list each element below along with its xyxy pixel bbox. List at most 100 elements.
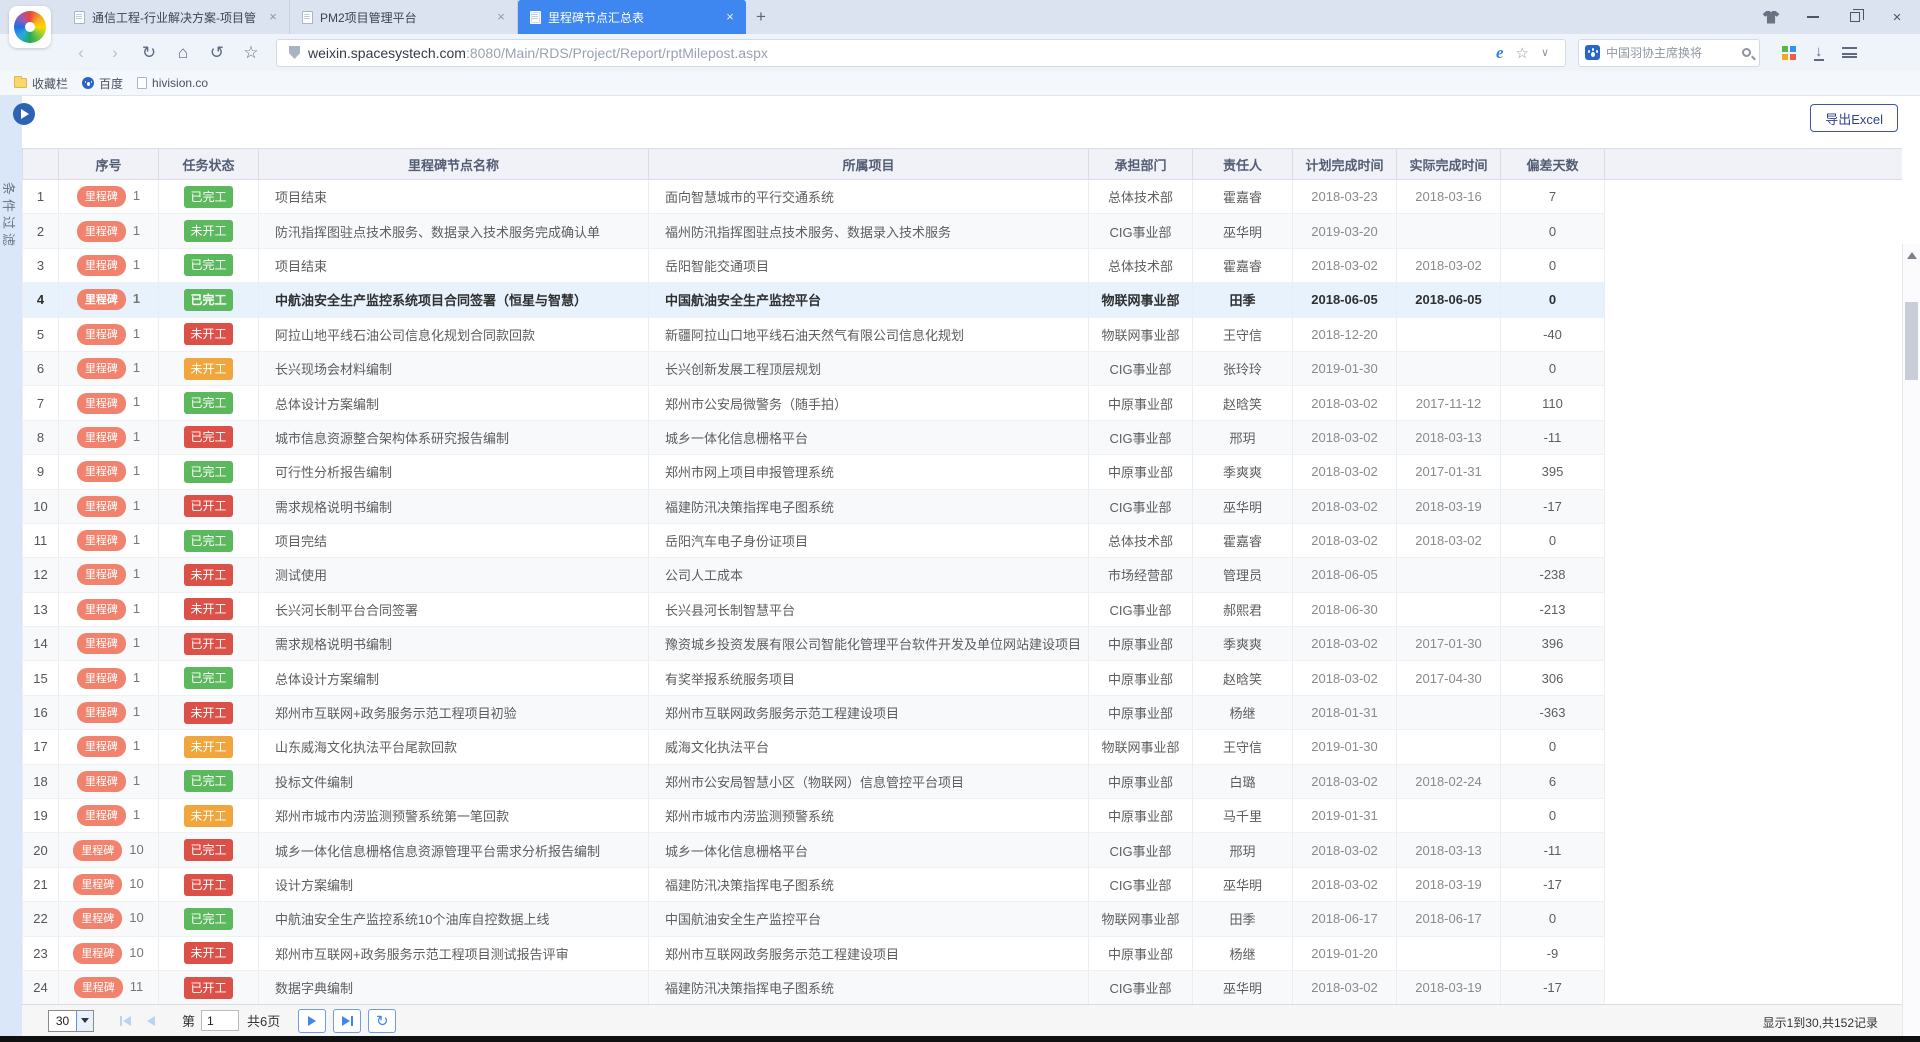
tab-close-icon[interactable]: ×	[265, 9, 281, 25]
refresh-table-button[interactable]: ↻	[368, 1009, 396, 1033]
refresh-icon[interactable]: ↻	[134, 40, 164, 66]
actual-date: 2018-03-13	[1397, 420, 1501, 454]
table-row[interactable]: 3里程碑1已完工项目结束岳阳智能交通项目总体技术部霍嘉睿2018-03-0220…	[23, 248, 1903, 282]
tab-close-icon[interactable]: ×	[493, 9, 509, 25]
vertical-scrollbar[interactable]	[1902, 244, 1920, 1042]
select-dropdown-icon[interactable]	[76, 1011, 93, 1031]
page-number-input[interactable]	[201, 1010, 239, 1031]
department: 总体技术部	[1089, 180, 1193, 214]
sequence-number: 1	[133, 670, 140, 685]
table-row[interactable]: 6里程碑1未开工长兴现场会材料编制长兴创新发展工程顶层规划CIG事业部张玲玲20…	[23, 351, 1903, 385]
table-row[interactable]: 20里程碑10已完工城乡一体化信息栅格信息资源管理平台需求分析报告编制城乡一体化…	[23, 833, 1903, 867]
favorite-star-icon[interactable]: ☆	[1515, 44, 1528, 62]
first-page-button[interactable]	[112, 1010, 138, 1032]
scroll-up-icon[interactable]	[1907, 252, 1917, 259]
url-text[interactable]: weixin.spacesystech.com:8080/Main/RDS/Pr…	[308, 45, 1490, 61]
prev-page-button[interactable]	[138, 1010, 164, 1032]
home-icon[interactable]: ⌂	[168, 40, 198, 66]
table-row[interactable]: 11里程碑1已完工项目完结岳阳汽车电子身份证项目总体技术部霍嘉睿2018-03-…	[23, 523, 1903, 557]
planned-date: 2018-03-02	[1293, 420, 1397, 454]
sequence-number: 1	[133, 773, 140, 788]
next-page-button[interactable]	[298, 1009, 326, 1033]
ie-compat-icon[interactable]: e	[1496, 43, 1504, 63]
project-name: 威海文化执法平台	[649, 730, 1089, 764]
forward-icon[interactable]: ›	[100, 40, 130, 66]
department: 物联网事业部	[1089, 283, 1193, 317]
table-row[interactable]: 21里程碑10已开工设计方案编制福建防汛决策指挥电子图系统CIG事业部巫华明20…	[23, 867, 1903, 901]
bookmark-favorites-folder[interactable]: 收藏栏	[14, 75, 68, 92]
table-row[interactable]: 19里程碑1未开工郑州市城市内涝监测预警系统第一笔回款郑州市城市内涝监测预警系统…	[23, 799, 1903, 833]
filter-panel-collapsed: 条件过滤	[0, 96, 22, 1036]
restore-button[interactable]	[1838, 3, 1872, 31]
bookmark-star-icon[interactable]: ☆	[236, 40, 266, 66]
bookmark-baidu[interactable]: 百度	[82, 75, 123, 92]
last-page-button[interactable]	[333, 1009, 361, 1033]
play-arrow-icon	[21, 109, 29, 119]
row-filler	[1605, 489, 1903, 523]
table-row[interactable]: 23里程碑10未开工郑州市互联网+政务服务示范工程项目测试报告评审郑州市互联网政…	[23, 936, 1903, 970]
table-row[interactable]: 4里程碑1已完工中航油安全生产监控系统项目合同签署（恒星与智慧）中国航油安全生产…	[23, 283, 1903, 317]
planned-date: 2019-01-30	[1293, 351, 1397, 385]
export-excel-button[interactable]: 导出Excel	[1810, 104, 1898, 132]
undo-icon[interactable]: ↺	[202, 40, 232, 66]
table-row[interactable]: 9里程碑1已完工可行性分析报告编制郑州市网上项目申报管理系统中原事业部季爽爽20…	[23, 455, 1903, 489]
expand-filter-button[interactable]	[13, 103, 35, 125]
page-size-value: 30	[49, 1014, 76, 1028]
milestone-name: 需求规格说明书编制	[259, 627, 649, 661]
table-row[interactable]: 18里程碑1已完工投标文件编制郑州市公安局智慧小区（物联网）信息管控平台项目中原…	[23, 764, 1903, 798]
close-button[interactable]: ×	[1880, 3, 1914, 31]
app-grid-icon[interactable]	[1782, 46, 1796, 60]
table-row[interactable]: 13里程碑1未开工长兴河长制平台合同签署长兴县河长制智慧平台CIG事业部郝熙君2…	[23, 592, 1903, 626]
table-row[interactable]: 8里程碑1已完工城市信息资源整合架构体系研究报告编制城乡一体化信息栅格平台CIG…	[23, 420, 1903, 454]
download-icon[interactable]: ↓	[1814, 45, 1824, 61]
table-row[interactable]: 14里程碑1已开工需求规格说明书编制豫资城乡投资发展有限公司智能化管理平台软件开…	[23, 627, 1903, 661]
table-row[interactable]: 24里程碑11已开工数据字典编制福建防汛决策指挥电子图系统CIG事业部巫华明20…	[23, 970, 1903, 1004]
department: 总体技术部	[1089, 523, 1193, 557]
back-icon[interactable]: ‹	[66, 40, 96, 66]
table-row[interactable]: 7里程碑1已完工总体设计方案编制郑州市公安局微警务（随手拍）中原事业部赵晗笑20…	[23, 386, 1903, 420]
scrollbar-thumb[interactable]	[1905, 302, 1918, 380]
owner: 霍嘉睿	[1193, 523, 1293, 557]
tab-communication-project[interactable]: 通信工程-行业解决方案-项目管 ×	[62, 0, 290, 34]
tab-milestone-report[interactable]: 里程碑节点汇总表 ×	[518, 0, 746, 34]
table-row[interactable]: 16里程碑1未开工郑州市互联网+政务服务示范工程项目初验郑州市互联网政务服务示范…	[23, 695, 1903, 729]
project-name: 中国航油安全生产监控平台	[649, 902, 1089, 936]
theme-shirt-icon[interactable]	[1754, 3, 1788, 31]
new-tab-button[interactable]: +	[746, 0, 776, 34]
minimize-button[interactable]	[1796, 3, 1830, 31]
row-number: 8	[23, 420, 59, 454]
logo-swirl-icon	[14, 11, 46, 43]
owner: 巫华明	[1193, 489, 1293, 523]
tab-close-icon[interactable]: ×	[722, 9, 738, 25]
bookmark-hivision[interactable]: hivision.co	[137, 76, 208, 90]
milestone-badge: 里程碑	[77, 427, 126, 448]
table-row[interactable]: 17里程碑1未开工山东威海文化执法平台尾款回款威海文化执法平台物联网事业部王守信…	[23, 730, 1903, 764]
owner: 白璐	[1193, 764, 1293, 798]
actual-date	[1397, 214, 1501, 248]
sequence-cell: 里程碑1	[59, 351, 159, 385]
url-dropdown-icon[interactable]: ∨	[1541, 46, 1549, 59]
table-row[interactable]: 10里程碑1已开工需求规格说明书编制福建防汛决策指挥电子图系统CIG事业部巫华明…	[23, 489, 1903, 523]
status-cell: 已完工	[159, 248, 259, 282]
table-row[interactable]: 22里程碑10已完工中航油安全生产监控系统10个油库自控数据上线中国航油安全生产…	[23, 902, 1903, 936]
deviation-days: 0	[1501, 902, 1605, 936]
address-bar[interactable]: weixin.spacesystech.com:8080/Main/RDS/Pr…	[276, 39, 1566, 67]
table-row[interactable]: 15里程碑1已完工总体设计方案编制有奖举报系统服务项目中原事业部赵晗笑2018-…	[23, 661, 1903, 695]
table-row[interactable]: 5里程碑1未开工阿拉山地平线石油公司信息化规划合同款回款新疆阿拉山口地平线石油天…	[23, 317, 1903, 351]
page-size-select[interactable]: 30	[48, 1010, 94, 1032]
deviation-days: 0	[1501, 214, 1605, 248]
table-row[interactable]: 2里程碑1未开工防汛指挥图驻点技术服务、数据录入技术服务完成确认单福州防汛指挥图…	[23, 214, 1903, 248]
status-badge: 已完工	[184, 186, 232, 208]
actual-date	[1397, 695, 1501, 729]
table-row[interactable]: 1里程碑1已完工项目结束面向智慧城市的平行交通系统总体技术部霍嘉睿2018-03…	[23, 180, 1903, 214]
column-header-7: 计划完成时间	[1293, 149, 1397, 180]
owner: 郝熙君	[1193, 592, 1293, 626]
tab-pm2-platform[interactable]: PM2项目管理平台 ×	[290, 0, 518, 34]
milestone-name: 测试使用	[259, 558, 649, 592]
search-input[interactable]: 中国羽协主席换将	[1578, 39, 1760, 67]
row-filler	[1605, 351, 1903, 385]
sequence-cell: 里程碑10	[59, 936, 159, 970]
table-row[interactable]: 12里程碑1未开工测试使用公司人工成本市场经营部管理员2018-06-05-23…	[23, 558, 1903, 592]
menu-icon[interactable]	[1842, 47, 1857, 58]
search-icon[interactable]	[1742, 48, 1751, 57]
